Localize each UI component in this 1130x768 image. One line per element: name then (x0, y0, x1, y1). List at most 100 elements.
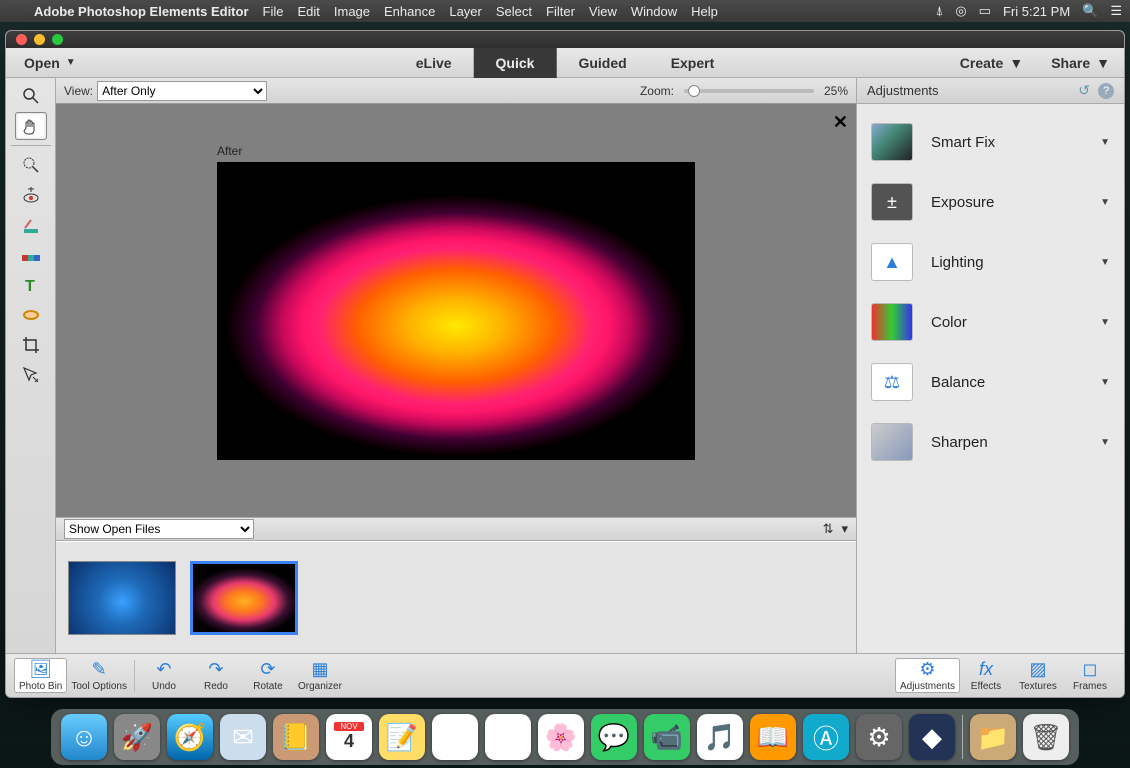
adjust-balance[interactable]: ⚖Balance▼ (857, 352, 1124, 412)
frames-panel-button[interactable]: ◻Frames (1064, 659, 1116, 692)
view-options-bar: View: After Only Zoom: 25% (56, 78, 856, 104)
mac-dock: ☺ 🚀 🧭 ✉ 📒 NOV4 📝 ☑ 🗺 🌸 💬 📹 🎵 📖 Ⓐ ⚙ ◆ 📁 🗑 (51, 709, 1079, 765)
adjust-color[interactable]: Color▼ (857, 292, 1124, 352)
app-window: Open ▼ eLive Quick Guided Expert Create … (5, 30, 1125, 698)
bin-sort-icon[interactable]: ⇅ (823, 521, 834, 537)
whiten-tool[interactable] (15, 211, 47, 239)
adjust-sharpen[interactable]: Sharpen▼ (857, 412, 1124, 472)
dock-notes[interactable]: 📝 (379, 714, 425, 760)
dock-messages[interactable]: 💬 (591, 714, 637, 760)
document-canvas[interactable] (217, 162, 695, 460)
redeye-tool[interactable] (15, 181, 47, 209)
menu-enhance[interactable]: Enhance (384, 4, 435, 19)
crop-tool[interactable] (15, 331, 47, 359)
effects-panel-button[interactable]: fxEffects (960, 659, 1012, 692)
lighting-icon: ▲ (871, 243, 913, 281)
dock-finder[interactable]: ☺ (61, 714, 107, 760)
undo-button[interactable]: ↶Undo (138, 659, 190, 692)
spot-healing-brush-tool[interactable] (15, 301, 47, 329)
zoom-slider[interactable] (684, 89, 814, 93)
dock-photos[interactable]: 🌸 (538, 714, 584, 760)
spotlight-icon[interactable]: 🔍 (1082, 3, 1098, 19)
menu-filter[interactable]: Filter (546, 4, 575, 19)
dock-downloads[interactable]: 📁 (970, 714, 1016, 760)
close-document-button[interactable]: ✕ (833, 112, 848, 133)
window-close-button[interactable] (16, 34, 27, 45)
exposure-icon: ± (871, 183, 913, 221)
create-menu-button[interactable]: Create ▼ (946, 55, 1037, 71)
dock-mail[interactable]: ✉ (220, 714, 266, 760)
menu-window[interactable]: Window (631, 4, 677, 19)
display-icon[interactable]: ▭ (979, 3, 991, 19)
quick-select-tool[interactable] (15, 151, 47, 179)
share-label: Share (1051, 55, 1090, 71)
adjust-exposure[interactable]: ±Exposure▼ (857, 172, 1124, 232)
dock-safari[interactable]: 🧭 (167, 714, 213, 760)
redo-button[interactable]: ↷Redo (190, 659, 242, 692)
zoom-label: Zoom: (640, 84, 674, 98)
text-tool[interactable]: T (15, 271, 47, 299)
menu-view[interactable]: View (589, 4, 617, 19)
menu-image[interactable]: Image (334, 4, 370, 19)
spot-heal-tool[interactable] (15, 241, 47, 269)
clock[interactable]: Fri 5:21 PM (1003, 4, 1070, 19)
textures-panel-button[interactable]: ▨Textures (1012, 659, 1064, 692)
chevron-down-icon: ▼ (66, 57, 76, 68)
tool-options-button[interactable]: ✎Tool Options (67, 659, 131, 692)
photo-bin-button[interactable]: 🖼Photo Bin (14, 658, 67, 693)
view-select[interactable]: After Only (97, 81, 267, 101)
balance-icon: ⚖ (871, 363, 913, 401)
menu-help[interactable]: Help (691, 4, 718, 19)
dock-facetime[interactable]: 📹 (644, 714, 690, 760)
open-menu-button[interactable]: Open ▼ (6, 55, 94, 71)
help-icon[interactable]: ? (1098, 83, 1114, 99)
menu-layer[interactable]: Layer (449, 4, 482, 19)
mode-expert[interactable]: Expert (649, 48, 737, 78)
organizer-icon: ▦ (311, 659, 328, 680)
mode-quick[interactable]: Quick (474, 48, 557, 78)
bin-menu-icon[interactable]: ▾ (841, 521, 848, 537)
window-zoom-button[interactable] (52, 34, 63, 45)
window-minimize-button[interactable] (34, 34, 45, 45)
hand-tool[interactable] (15, 112, 47, 140)
menu-extras-icon[interactable]: ☰ (1110, 3, 1122, 19)
dock-calendar[interactable]: NOV4 (326, 714, 372, 760)
canvas-area[interactable]: ✕ After (56, 104, 856, 517)
mode-elive[interactable]: eLive (394, 48, 474, 78)
notification-icon[interactable]: ⍋ (936, 3, 944, 19)
dock-appstore[interactable]: Ⓐ (803, 714, 849, 760)
canvas-image-content (217, 162, 695, 460)
dock-launchpad[interactable]: 🚀 (114, 714, 160, 760)
dock-settings[interactable]: ⚙ (856, 714, 902, 760)
organizer-button[interactable]: ▦Organizer (294, 659, 346, 692)
rotate-button[interactable]: ⟳Rotate (242, 659, 294, 692)
photo-bin-thumb-1[interactable] (68, 561, 176, 635)
mode-guided[interactable]: Guided (556, 48, 648, 78)
dock-maps[interactable]: 🗺 (485, 714, 531, 760)
cc-icon[interactable]: ◎ (955, 3, 966, 19)
menu-file[interactable]: File (263, 4, 284, 19)
menu-edit[interactable]: Edit (297, 4, 319, 19)
dock-contacts[interactable]: 📒 (273, 714, 319, 760)
dock-itunes[interactable]: 🎵 (697, 714, 743, 760)
dock-ibooks[interactable]: 📖 (750, 714, 796, 760)
open-label: Open (24, 55, 60, 71)
move-tool[interactable] (15, 361, 47, 389)
chevron-down-icon: ▼ (1100, 137, 1110, 148)
adjust-smartfix[interactable]: Smart Fix▼ (857, 112, 1124, 172)
zoom-slider-thumb[interactable] (688, 85, 700, 97)
zoom-tool[interactable] (15, 82, 47, 110)
reset-icon[interactable]: ↺ (1078, 82, 1090, 99)
dock-pse[interactable]: ◆ (909, 714, 955, 760)
photo-bin-thumb-2[interactable] (190, 561, 298, 635)
photo-bin-select[interactable]: Show Open Files (64, 519, 254, 539)
dock-reminders[interactable]: ☑ (432, 714, 478, 760)
tool-separator (11, 145, 51, 146)
dock-trash[interactable]: 🗑 (1023, 714, 1069, 760)
mac-menubar: Adobe Photoshop Elements Editor File Edi… (0, 0, 1130, 22)
adjust-lighting[interactable]: ▲Lighting▼ (857, 232, 1124, 292)
share-menu-button[interactable]: Share ▼ (1037, 55, 1124, 71)
adjustments-panel-button[interactable]: ⚙Adjustments (895, 658, 960, 693)
menu-select[interactable]: Select (496, 4, 532, 19)
app-name[interactable]: Adobe Photoshop Elements Editor (34, 4, 249, 19)
